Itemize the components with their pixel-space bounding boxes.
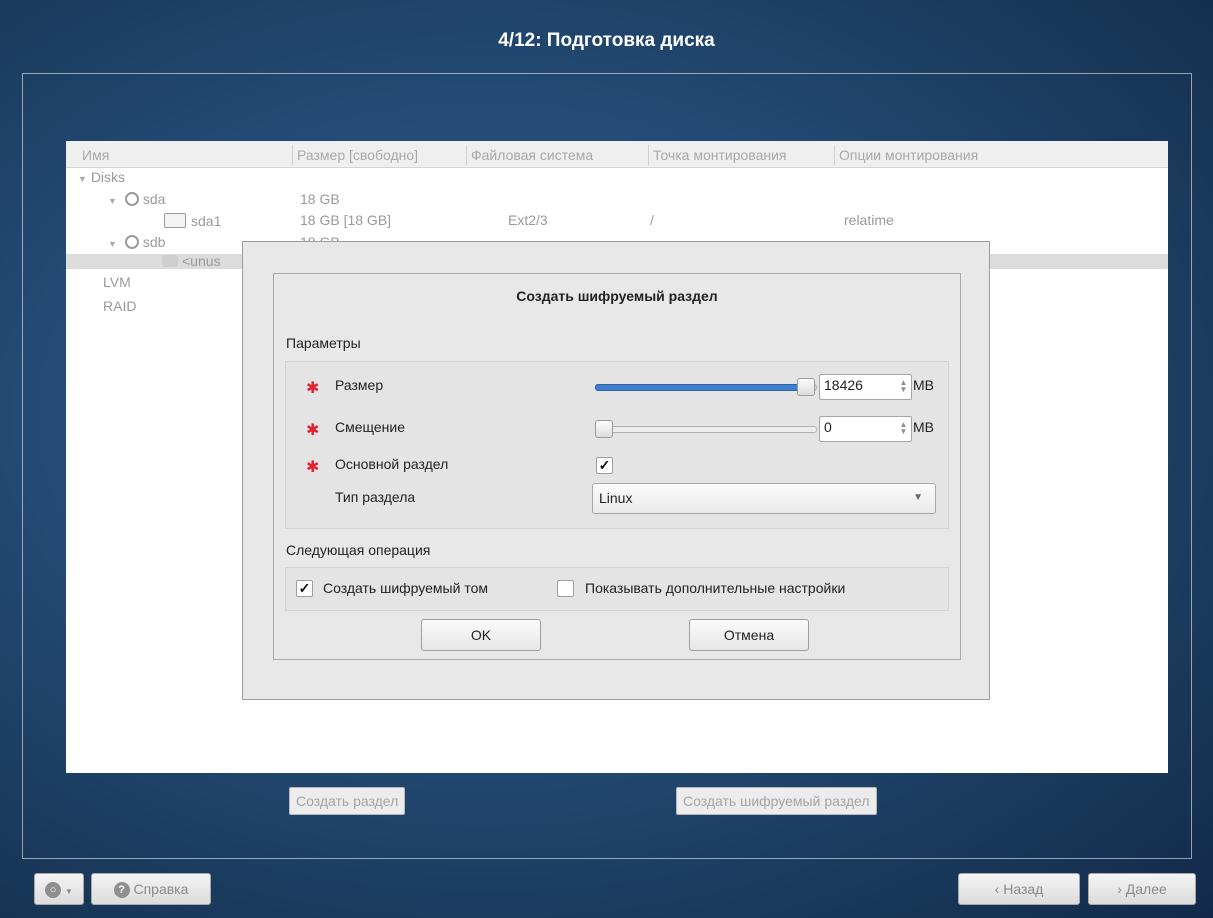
next-operation-label: Следующая операция [286, 542, 431, 558]
offset-unit: MB [913, 419, 934, 435]
spin-arrows-icon[interactable]: ▲ ▼ [899, 379, 908, 394]
create-partition-button[interactable]: Создать раздел [289, 787, 406, 815]
settings-icon: ○ [45, 882, 62, 899]
offset-spinbox[interactable]: 0 ▲ ▼ [819, 416, 912, 442]
size-value: 18426 [824, 377, 863, 393]
tree-row-mountpoint: / [650, 212, 654, 228]
size-slider[interactable] [595, 378, 817, 396]
tree-row-mount-options: relatime [844, 212, 894, 228]
offset-slider[interactable] [595, 420, 817, 438]
tree-row-sda[interactable]: ▼ sda 18 GB [66, 192, 1168, 207]
tree-header: Имя Размер [свободно] Файловая система Т… [66, 141, 1168, 168]
column-header-name[interactable]: Имя [78, 145, 294, 165]
tree-row-name: Disks [90, 169, 126, 185]
size-slider-handle[interactable] [797, 378, 815, 396]
window-title: 4/12: Подготовка диска [498, 30, 715, 51]
tree-row-size: 18 GB [300, 191, 340, 207]
partition-type-value: Linux [599, 490, 633, 506]
next-button[interactable]: › Далее [1088, 873, 1196, 905]
expand-triangle-icon[interactable]: ▼ [78, 172, 87, 187]
ok-button[interactable]: OK [421, 619, 541, 651]
tree-row-sda1[interactable]: sda1 18 GB [18 GB] Ext2/3 / relatime [66, 212, 1168, 229]
partition-icon [164, 213, 186, 228]
dialog-title: Создать шифруемый раздел [516, 288, 718, 304]
back-arrow-icon: ‹ [994, 881, 1000, 897]
help-label: Справка [133, 881, 189, 897]
back-label: Назад [1003, 881, 1044, 897]
next-label: Далее [1125, 881, 1167, 897]
hard-disk-icon [124, 235, 139, 249]
column-header-size[interactable]: Размер [свободно] [292, 145, 465, 165]
cancel-button[interactable]: Отмена [689, 619, 809, 651]
help-icon: ? [113, 882, 130, 899]
offset-slider-track [595, 426, 817, 433]
dropdown-arrow-icon: ▼ [913, 492, 923, 503]
checkmark-icon: ✓ [298, 580, 311, 596]
next-operation-group: ✓ Создать шифруемый том Показывать допол… [285, 567, 949, 611]
column-header-mount-options[interactable]: Опции монтирования [834, 145, 1159, 165]
tree-row-name: sdb [142, 234, 166, 250]
tree-row-name: sda [142, 191, 166, 207]
back-button[interactable]: ‹ Назад [958, 873, 1080, 905]
primary-partition-label: Основной раздел [335, 456, 449, 472]
expand-triangle-icon[interactable]: ▼ [108, 194, 117, 209]
offset-slider-handle[interactable] [595, 420, 613, 438]
checkmark-icon: ✓ [598, 457, 611, 473]
settings-menu-button[interactable]: ○ ▼ [34, 873, 84, 905]
tree-row-disks[interactable]: ▼ Disks [66, 170, 1168, 185]
unused-space-icon [162, 255, 178, 267]
spin-arrows-icon[interactable]: ▲ ▼ [899, 421, 908, 436]
size-spinbox[interactable]: 18426 ▲ ▼ [819, 374, 912, 400]
offset-label: Смещение [335, 419, 406, 435]
size-slider-fill [595, 384, 808, 391]
primary-row: ✱ Основной раздел ✓ [286, 453, 946, 477]
dropdown-arrow-icon: ▼ [64, 887, 73, 896]
partition-type-select[interactable]: Linux ▼ [592, 483, 936, 514]
show-advanced-checkbox[interactable] [557, 580, 574, 597]
tree-row-name: LVM [103, 274, 131, 290]
tree-row-name: <unus [182, 253, 221, 269]
help-button[interactable]: ? Справка [91, 873, 211, 905]
create-volume-checkbox[interactable]: ✓ [296, 580, 313, 597]
create-encrypted-dialog: Создать шифруемый раздел Параметры ✱ Раз… [242, 241, 990, 700]
create-volume-label[interactable]: Создать шифруемый том [323, 580, 488, 596]
partition-type-label: Тип раздела [335, 489, 416, 505]
tree-row-name: sda1 [191, 213, 222, 229]
required-star-icon: ✱ [306, 459, 320, 476]
offset-value: 0 [824, 419, 832, 435]
tree-row-name: RAID [103, 298, 137, 314]
offset-row: ✱ Смещение 0 ▲ ▼ MB [286, 416, 946, 442]
parameters-section-label: Параметры [286, 335, 361, 351]
show-advanced-label[interactable]: Показывать дополнительные настройки [585, 580, 845, 596]
size-label: Размер [335, 377, 384, 393]
hard-disk-icon [124, 192, 139, 206]
tree-row-filesystem: Ext2/3 [508, 212, 548, 228]
required-star-icon: ✱ [306, 422, 320, 439]
next-arrow-icon: › [1117, 881, 1122, 897]
tree-row-size: 18 GB [18 GB] [300, 212, 392, 228]
size-unit: MB [913, 377, 934, 393]
parameters-group: ✱ Размер 18426 ▲ ▼ MB ✱ Смещение 0 ▲ ▼ M… [285, 361, 949, 529]
dialog-content: Создать шифруемый раздел Параметры ✱ Раз… [273, 273, 961, 660]
create-encrypted-partition-button[interactable]: Создать шифруемый раздел [676, 787, 877, 815]
required-star-icon: ✱ [306, 380, 320, 397]
expand-triangle-icon[interactable]: ▼ [108, 237, 117, 252]
column-header-filesystem[interactable]: Файловая система [466, 145, 647, 165]
column-header-mountpoint[interactable]: Точка монтирования [648, 145, 833, 165]
primary-partition-checkbox[interactable]: ✓ [596, 457, 613, 474]
size-row: ✱ Размер 18426 ▲ ▼ MB [286, 374, 946, 400]
type-row: Тип раздела Linux ▼ [286, 483, 946, 514]
